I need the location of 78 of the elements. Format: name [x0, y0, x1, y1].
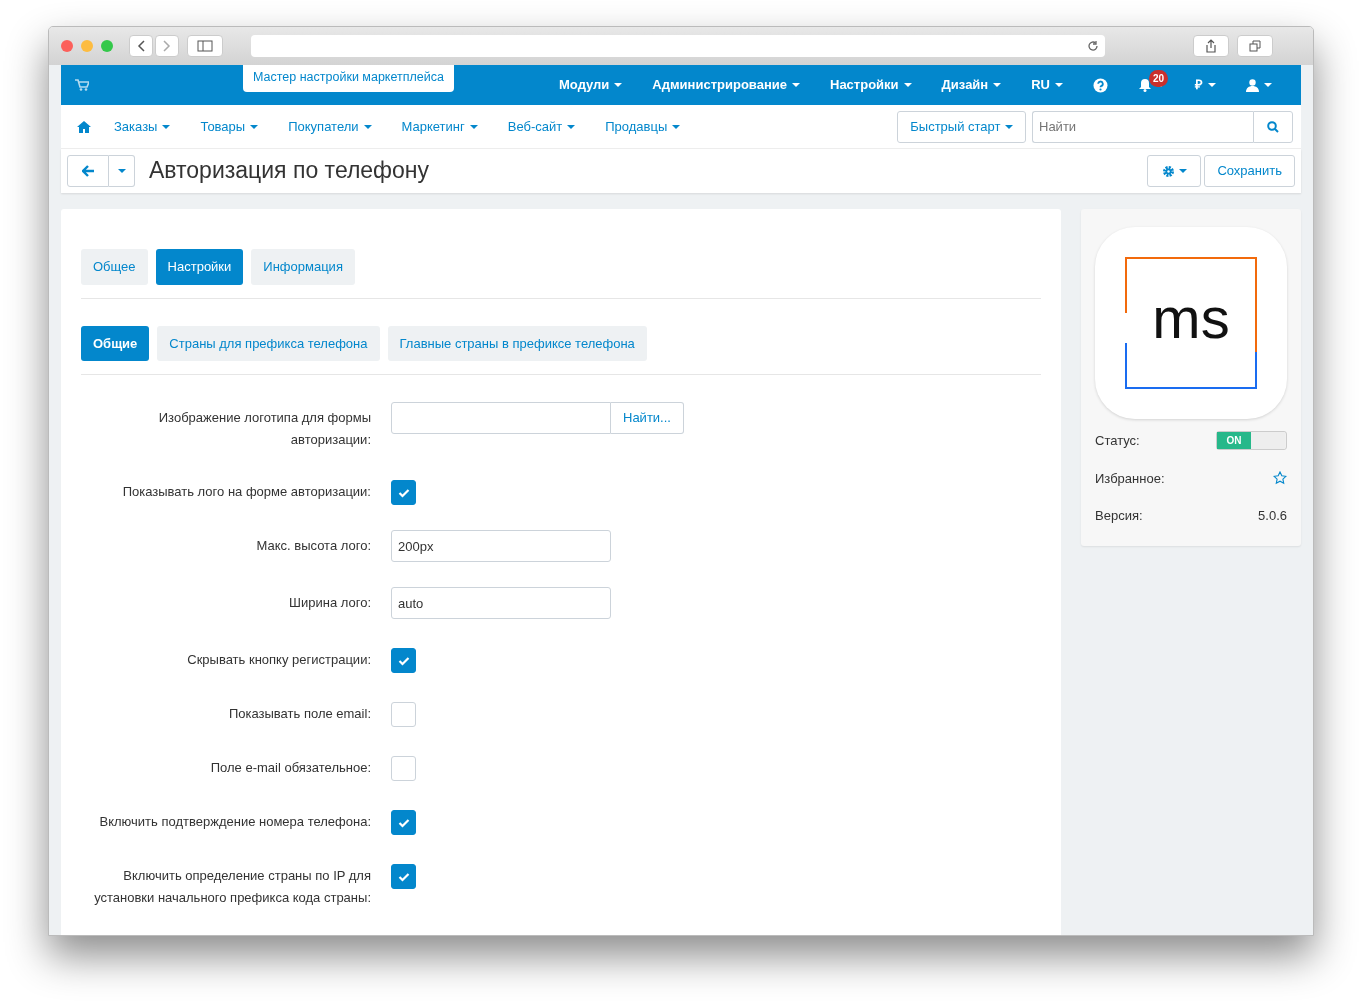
search-field[interactable]: Найти	[1032, 110, 1253, 143]
tabs-button[interactable]	[1237, 35, 1273, 57]
save-button[interactable]: Сохранить	[1204, 155, 1295, 187]
check-icon	[397, 487, 410, 498]
checkbox[interactable]	[391, 648, 416, 673]
browse-button[interactable]: Найти...	[611, 402, 684, 434]
field-label: Ширина лого:	[288, 594, 371, 612]
field-label: Включить подтверждение номера телефона:	[98, 813, 371, 831]
field-label: Изображение логотипа для формы авторизации:	[157, 409, 371, 449]
menu-dropdown[interactable]: Администрирование	[637, 75, 815, 95]
settings-dropdown-button[interactable]	[1147, 155, 1202, 187]
page-title: Авторизация по телефону	[149, 157, 430, 185]
check-icon	[397, 871, 410, 882]
tab[interactable]: Настройки	[155, 249, 244, 285]
quick-start-button[interactable]: Быстрый старт	[897, 110, 1026, 143]
maximize-dot[interactable]	[101, 40, 113, 52]
nav-menu[interactable]: Веб-сайт	[492, 116, 591, 137]
checkbox[interactable]	[391, 810, 416, 835]
nav-menu[interactable]: Маркетинг	[386, 116, 493, 137]
check-icon	[397, 655, 410, 666]
menu-dropdown[interactable]: ₽	[1180, 75, 1231, 95]
search-icon	[1267, 120, 1279, 133]
field-label: Включить определение страны по IP для установки начального префикса кода страны:	[93, 867, 371, 907]
menu-dropdown[interactable]: Настройки	[815, 75, 927, 95]
field-label: Показывать лого на форме авторизации:	[121, 483, 371, 501]
menu-dropdown[interactable]: Модули	[544, 75, 638, 95]
nav-menu[interactable]: Продавцы	[590, 116, 696, 137]
sidebar-icon	[197, 40, 213, 52]
notification-badge: 20	[1149, 70, 1169, 87]
subtab[interactable]: Главные страны в префиксе телефона	[387, 325, 647, 361]
app-logo: ms	[1095, 227, 1287, 419]
check-icon	[397, 817, 410, 828]
status-label: Статус:	[1095, 432, 1140, 450]
version-label: Версия:	[1095, 507, 1143, 525]
star-icon[interactable]	[1273, 471, 1287, 486]
wizard-link[interactable]: Мастер настройки маркетплейса	[243, 65, 454, 92]
help-icon[interactable]	[1093, 77, 1108, 93]
share-button[interactable]	[1193, 35, 1229, 57]
home-icon[interactable]	[77, 120, 91, 133]
settings-icon	[1161, 164, 1175, 178]
share-icon	[1205, 39, 1217, 53]
bell-icon	[1138, 78, 1152, 92]
chevron-left-icon	[137, 40, 145, 52]
tabs-icon	[1249, 40, 1261, 52]
field-label: Показывать поле email:	[227, 705, 371, 723]
tab[interactable]: Информация	[251, 249, 355, 285]
nav-menu[interactable]: Заказы	[99, 116, 186, 137]
field-label: Скрывать кнопку регистрации:	[186, 651, 371, 669]
field-label: Поле e-mail обязательное:	[209, 759, 371, 777]
file-input-field[interactable]	[391, 402, 611, 434]
back-arrow-button[interactable]	[67, 155, 109, 187]
user-icon	[1246, 78, 1259, 92]
forward-button[interactable]	[155, 35, 179, 57]
chevron-right-icon	[163, 40, 171, 52]
search-button[interactable]	[1253, 110, 1293, 143]
version-value: 5.0.6	[1258, 507, 1287, 525]
text-input-field[interactable]: 200px	[391, 530, 611, 562]
field-label: Макс. высота лого:	[255, 537, 371, 555]
checkbox[interactable]	[391, 480, 416, 505]
checkbox[interactable]	[391, 864, 416, 889]
close-dot[interactable]	[61, 40, 73, 52]
reload-icon[interactable]	[1087, 40, 1099, 52]
nav-menu[interactable]: Товары	[185, 116, 274, 137]
text-input-field[interactable]: auto	[391, 587, 611, 619]
menu-dropdown[interactable]: Дизайн	[926, 75, 1017, 95]
menu-dropdown[interactable]: RU	[1016, 75, 1078, 95]
arrow-left-icon	[81, 165, 95, 177]
subtab[interactable]: Страны для префикса телефона	[157, 325, 380, 361]
tab[interactable]: Общее	[81, 249, 148, 285]
back-button[interactable]	[129, 35, 153, 57]
nav-menu[interactable]: Покупатели	[273, 116, 387, 137]
sidebar-button[interactable]	[187, 35, 223, 57]
status-toggle[interactable]: ON	[1216, 431, 1287, 451]
cart-icon[interactable]	[75, 79, 89, 91]
favorite-label: Избранное:	[1095, 469, 1165, 488]
minimize-dot[interactable]	[81, 40, 93, 52]
subtab[interactable]: Общие	[81, 325, 150, 361]
dropdown-button[interactable]	[109, 155, 135, 187]
